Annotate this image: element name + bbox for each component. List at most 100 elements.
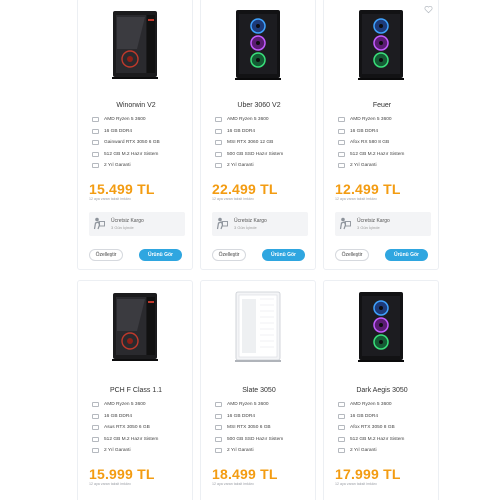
shipping-subtitle: 3 Gün İçinde bbox=[357, 225, 380, 230]
product-price: 12.499 TL bbox=[335, 181, 401, 197]
spec-item: 512 GB M.2 Hazır Sistem bbox=[338, 149, 438, 161]
spec-item: AMD Ryzen 5 3600 bbox=[92, 114, 192, 126]
product-title[interactable]: Uber 3060 V2 bbox=[201, 102, 317, 109]
spec-icon bbox=[215, 402, 222, 408]
spec-item: MSI RTX 3050 6 GB bbox=[215, 422, 315, 434]
spec-text: 2 Yıl Garanti bbox=[227, 448, 254, 454]
product-image[interactable] bbox=[201, 287, 317, 365]
customize-button[interactable]: Özelleştir bbox=[212, 249, 246, 261]
delivery-person-icon bbox=[216, 217, 228, 230]
spec-list: AMD Ryzen 5 3600 16 GB DDR4 Gainward RTX… bbox=[92, 114, 192, 172]
spec-icon bbox=[338, 163, 345, 169]
spec-text: 16 GB DDR4 bbox=[227, 128, 255, 134]
customize-button[interactable]: Özelleştir bbox=[335, 249, 369, 261]
product-card[interactable]: Dark Aegis 3050 AMD Ryzen 5 3600 16 GB D… bbox=[323, 280, 439, 500]
spec-icon bbox=[338, 140, 345, 146]
spec-icon bbox=[92, 128, 99, 134]
spec-item: 512 GB M.2 Hazır Sistem bbox=[338, 434, 438, 446]
customize-button[interactable]: Özelleştir bbox=[89, 249, 123, 261]
spec-list: AMD Ryzen 5 3600 16 GB DDR4 Asus RTX 305… bbox=[92, 399, 192, 457]
product-title[interactable]: Feuer bbox=[324, 102, 440, 109]
installment-note: 12 aya varan taksit imkânı bbox=[212, 197, 254, 201]
installment-note: 12 aya varan taksit imkânı bbox=[335, 197, 377, 201]
spec-text: 16 GB DDR4 bbox=[104, 128, 132, 134]
product-title[interactable]: Dark Aegis 3050 bbox=[324, 387, 440, 394]
spec-icon bbox=[92, 425, 99, 431]
pc-case-image bbox=[107, 291, 163, 363]
spec-item: 512 GB M.2 Hazır Sistem bbox=[92, 149, 192, 161]
pc-case-image bbox=[353, 291, 409, 363]
spec-icon bbox=[215, 163, 222, 169]
spec-icon bbox=[338, 436, 345, 442]
spec-icon bbox=[215, 140, 222, 146]
view-product-button[interactable]: Ürünü Gör bbox=[385, 249, 428, 261]
pc-case-image bbox=[230, 9, 286, 81]
spec-item: 16 GB DDR4 bbox=[338, 411, 438, 423]
spec-text: 16 GB DDR4 bbox=[350, 413, 378, 419]
spec-item: 2 Yıl Garanti bbox=[215, 160, 315, 172]
spec-item: Asus RTX 3050 6 GB bbox=[92, 422, 192, 434]
spec-icon bbox=[215, 413, 222, 419]
spec-text: Gainward RTX 3050 6 GB bbox=[104, 140, 160, 146]
pc-case-image bbox=[353, 9, 409, 81]
spec-icon bbox=[92, 163, 99, 169]
shipping-title: Ücretsiz Kargo bbox=[111, 218, 144, 224]
spec-item: 2 Yıl Garanti bbox=[215, 445, 315, 457]
favorite-heart-icon[interactable] bbox=[424, 5, 433, 14]
product-title[interactable]: Slate 3050 bbox=[201, 387, 317, 394]
product-price: 15.499 TL bbox=[89, 181, 155, 197]
product-image[interactable] bbox=[78, 5, 194, 83]
product-card[interactable]: Slate 3050 AMD Ryzen 5 3600 16 GB DDR4 M… bbox=[200, 280, 316, 500]
free-shipping-box: Ücretsiz Kargo 3 Gün İçinde bbox=[212, 212, 308, 236]
product-card[interactable]: Winorwin V2 AMD Ryzen 5 3600 16 GB DDR4 … bbox=[77, 0, 193, 270]
spec-icon bbox=[215, 128, 222, 134]
product-image[interactable] bbox=[201, 5, 317, 83]
spec-icon bbox=[215, 436, 222, 442]
spec-item: 16 GB DDR4 bbox=[92, 411, 192, 423]
spec-item: MSI RTX 3060 12 GB bbox=[215, 137, 315, 149]
spec-icon bbox=[92, 436, 99, 442]
spec-text: AMD Ryzen 5 3600 bbox=[227, 402, 269, 408]
view-product-button[interactable]: Ürünü Gör bbox=[262, 249, 305, 261]
spec-item: AMD Ryzen 5 3600 bbox=[338, 399, 438, 411]
product-title[interactable]: Winorwin V2 bbox=[78, 102, 194, 109]
spec-item: 16 GB DDR4 bbox=[215, 126, 315, 138]
spec-item: Afox RX 580 8 GB bbox=[338, 137, 438, 149]
spec-icon bbox=[215, 448, 222, 454]
spec-text: MSI RTX 3050 6 GB bbox=[227, 425, 271, 431]
spec-text: 16 GB DDR4 bbox=[104, 413, 132, 419]
view-product-button[interactable]: Ürünü Gör bbox=[139, 249, 182, 261]
spec-item: 16 GB DDR4 bbox=[92, 126, 192, 138]
product-card[interactable]: Feuer AMD Ryzen 5 3600 16 GB DDR4 Afox R… bbox=[323, 0, 439, 270]
installment-note: 12 aya varan taksit imkânı bbox=[335, 482, 377, 486]
spec-list: AMD Ryzen 5 3600 16 GB DDR4 Afox RTX 305… bbox=[338, 399, 438, 457]
spec-icon bbox=[338, 117, 345, 123]
spec-list: AMD Ryzen 5 3600 16 GB DDR4 MSI RTX 3060… bbox=[215, 114, 315, 172]
spec-icon bbox=[215, 117, 222, 123]
shipping-title: Ücretsiz Kargo bbox=[357, 218, 390, 224]
delivery-person-icon bbox=[339, 217, 351, 230]
delivery-person-icon bbox=[93, 217, 105, 230]
spec-icon bbox=[338, 402, 345, 408]
pc-case-image bbox=[107, 9, 163, 81]
spec-item: 16 GB DDR4 bbox=[338, 126, 438, 138]
spec-text: 2 Yıl Garanti bbox=[350, 448, 377, 454]
spec-item: AMD Ryzen 5 3600 bbox=[338, 114, 438, 126]
spec-icon bbox=[92, 413, 99, 419]
spec-text: MSI RTX 3060 12 GB bbox=[227, 140, 274, 146]
spec-text: Afox RTX 3050 8 GB bbox=[350, 425, 395, 431]
spec-text: 2 Yıl Garanti bbox=[104, 163, 131, 169]
product-image[interactable] bbox=[78, 287, 194, 365]
spec-text: 512 GB M.2 Hazır Sistem bbox=[350, 151, 405, 157]
shipping-subtitle: 3 Gün İçinde bbox=[111, 225, 134, 230]
product-image[interactable] bbox=[324, 287, 440, 365]
spec-item: 16 GB DDR4 bbox=[215, 411, 315, 423]
product-title[interactable]: PCH F Class 1.1 bbox=[78, 387, 194, 394]
spec-item: 512 GB M.2 Hazır Sistem bbox=[92, 434, 192, 446]
product-image[interactable] bbox=[324, 5, 440, 83]
product-card[interactable]: PCH F Class 1.1 AMD Ryzen 5 3600 16 GB D… bbox=[77, 280, 193, 500]
spec-list: AMD Ryzen 5 3600 16 GB DDR4 MSI RTX 3050… bbox=[215, 399, 315, 457]
spec-icon bbox=[92, 151, 99, 157]
spec-item: Afox RTX 3050 8 GB bbox=[338, 422, 438, 434]
product-card[interactable]: Uber 3060 V2 AMD Ryzen 5 3600 16 GB DDR4… bbox=[200, 0, 316, 270]
